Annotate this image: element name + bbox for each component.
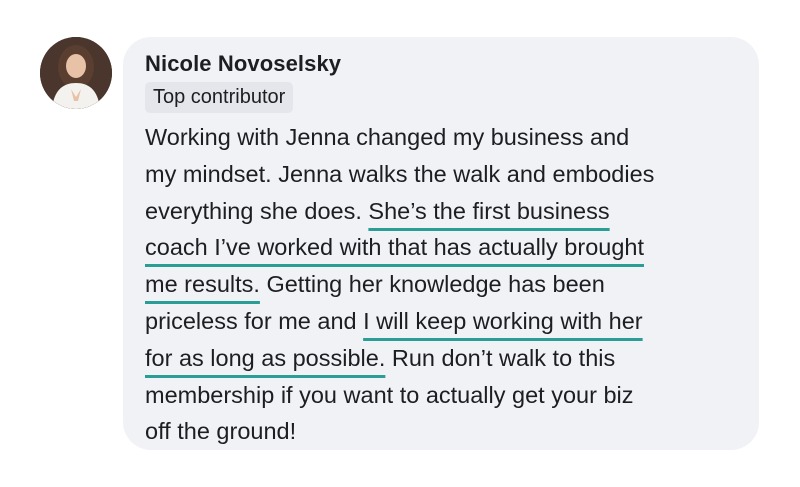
profile-photo-icon: [40, 37, 112, 109]
comment-line: coach I’ve worked with that has actually…: [145, 229, 745, 266]
comment-line: Working with Jenna changed my business a…: [145, 119, 745, 156]
comment-line: my mindset. Jenna walks the walk and emb…: [145, 156, 745, 193]
comment-body: Working with Jenna changed my business a…: [145, 119, 745, 450]
comment-text: Run don’t walk to this: [385, 344, 616, 371]
comment-text: off the ground!: [145, 418, 297, 445]
comment-text: Getting her knowledge has been: [259, 271, 605, 298]
comment-text: priceless for me and: [145, 307, 364, 334]
highlighted-text: coach I’ve worked with that has actually…: [145, 234, 644, 261]
highlighted-text: me results.: [145, 271, 260, 298]
comment-line: membership if you want to actually get y…: [145, 377, 745, 414]
comment-line: for as long as possible. Run don’t walk …: [145, 340, 745, 377]
comment-line: me results. Getting her knowledge has be…: [145, 266, 745, 303]
comment-text: everything she does.: [145, 197, 369, 224]
comment-line: everything she does. She’s the first bus…: [145, 193, 745, 230]
highlighted-text: She’s the first business: [368, 197, 610, 224]
comment-line: off the ground!: [145, 413, 745, 450]
comment-text: Working with Jenna changed my business a…: [145, 124, 630, 150]
comment-line: priceless for me and I will keep working…: [145, 303, 745, 340]
top-contributor-badge: Top contributor: [145, 82, 294, 113]
highlighted-text: for as long as possible.: [145, 344, 386, 371]
comment-bubble: Nicole Novoselsky Top contributor Workin…: [123, 37, 759, 450]
author-name[interactable]: Nicole Novoselsky: [145, 51, 341, 77]
highlighted-text: I will keep working with her: [363, 307, 643, 334]
comment-text: my mindset. Jenna walks the walk and emb…: [145, 160, 655, 187]
avatar[interactable]: [40, 37, 112, 109]
comment-text: membership if you want to actually get y…: [145, 381, 634, 408]
